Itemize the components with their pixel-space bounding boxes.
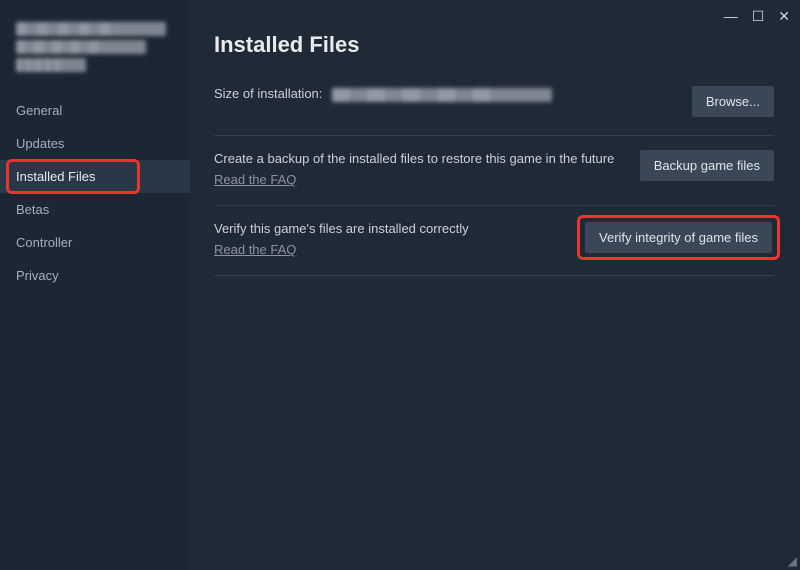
backup-faq-link[interactable]: Read the FAQ <box>214 172 296 187</box>
verify-integrity-button[interactable]: Verify integrity of game files <box>585 222 772 253</box>
backup-desc: Create a backup of the installed files t… <box>214 150 620 168</box>
minimize-icon[interactable]: — <box>724 8 738 25</box>
sidebar-item-label: Updates <box>16 136 64 151</box>
sidebar-item-general[interactable]: General <box>0 94 190 127</box>
verify-desc: Verify this game's files are installed c… <box>214 220 563 238</box>
sidebar-item-updates[interactable]: Updates <box>0 127 190 160</box>
sidebar-item-label: General <box>16 103 62 118</box>
row-backup: Create a backup of the installed files t… <box>214 136 774 206</box>
game-title-redacted <box>0 22 190 94</box>
install-size-label: Size of installation: <box>214 86 322 101</box>
sidebar-item-betas[interactable]: Betas <box>0 193 190 226</box>
row-install-size: Size of installation: Browse... <box>214 84 774 136</box>
sidebar-item-privacy[interactable]: Privacy <box>0 259 190 292</box>
sidebar-item-label: Controller <box>16 235 72 250</box>
browse-button[interactable]: Browse... <box>692 86 774 117</box>
app-window: General Updates Installed Files Betas Co… <box>0 0 800 570</box>
sidebar-item-label: Installed Files <box>16 169 95 184</box>
content: Installed Files Size of installation: Br… <box>190 0 800 292</box>
page-title: Installed Files <box>214 32 774 58</box>
sidebar-item-label: Betas <box>16 202 49 217</box>
verify-faq-link[interactable]: Read the FAQ <box>214 242 296 257</box>
install-size-value-redacted <box>332 88 552 102</box>
verify-button-wrap: Verify integrity of game files <box>583 220 774 255</box>
resize-grip-icon[interactable]: ◢ <box>785 555 797 567</box>
sidebar: General Updates Installed Files Betas Co… <box>0 0 190 570</box>
close-icon[interactable]: ✕ <box>778 8 790 25</box>
main-panel: — ☐ ✕ Installed Files Size of installati… <box>190 0 800 570</box>
sidebar-item-label: Privacy <box>16 268 59 283</box>
maximize-icon[interactable]: ☐ <box>752 8 765 25</box>
sidebar-item-installed-files[interactable]: Installed Files <box>0 160 190 193</box>
sidebar-item-controller[interactable]: Controller <box>0 226 190 259</box>
backup-button[interactable]: Backup game files <box>640 150 774 181</box>
row-verify: Verify this game's files are installed c… <box>214 206 774 276</box>
window-controls: — ☐ ✕ <box>724 8 790 25</box>
